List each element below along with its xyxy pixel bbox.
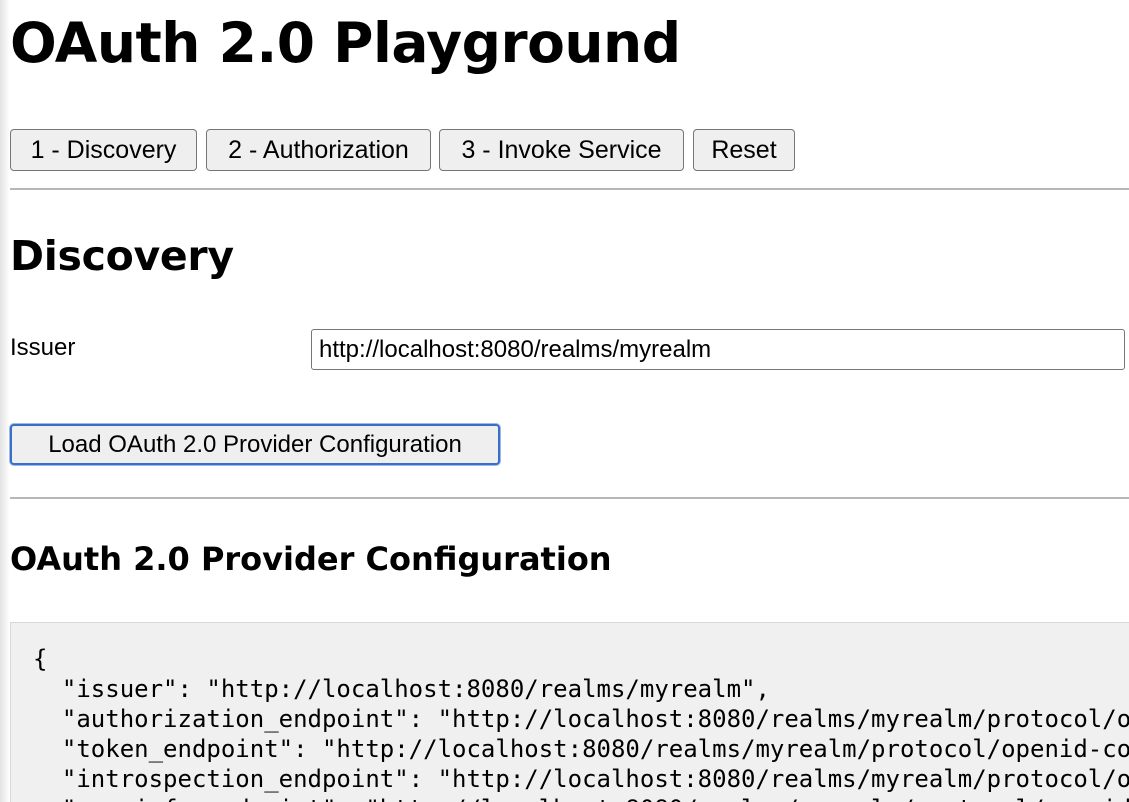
authorization-step-button[interactable]: 2 - Authorization — [206, 129, 431, 171]
page-content: OAuth 2.0 Playground 1 - Discovery 2 - A… — [10, 0, 1129, 802]
discovery-heading: Discovery — [10, 232, 234, 280]
json-line: "authorization_endpoint": "http://localh… — [61, 705, 1129, 733]
json-line: "introspection_endpoint": "http://localh… — [61, 765, 1129, 793]
provider-configuration-heading: OAuth 2.0 Provider Configuration — [10, 540, 612, 578]
invoke-service-step-button[interactable]: 3 - Invoke Service — [439, 129, 684, 171]
json-line: { — [33, 645, 48, 673]
page-title: OAuth 2.0 Playground — [10, 11, 681, 75]
issuer-label: Issuer — [10, 334, 76, 361]
reset-button[interactable]: Reset — [693, 129, 795, 171]
provider-configuration-json: { "issuer": "http://localhost:8080/realm… — [10, 622, 1129, 802]
window-edge-shadow — [0, 0, 10, 802]
json-line: "token_endpoint": "http://localhost:8080… — [61, 735, 1129, 763]
load-provider-configuration-button[interactable]: Load OAuth 2.0 Provider Configuration — [10, 424, 500, 465]
divider-middle — [10, 497, 1129, 499]
divider-top — [10, 188, 1129, 190]
json-line: "userinfo_endpoint": "http://localhost:8… — [33, 794, 1129, 802]
discovery-step-button[interactable]: 1 - Discovery — [10, 129, 197, 171]
issuer-input[interactable] — [311, 329, 1125, 370]
json-line: "issuer": "http://localhost:8080/realms/… — [33, 675, 770, 703]
